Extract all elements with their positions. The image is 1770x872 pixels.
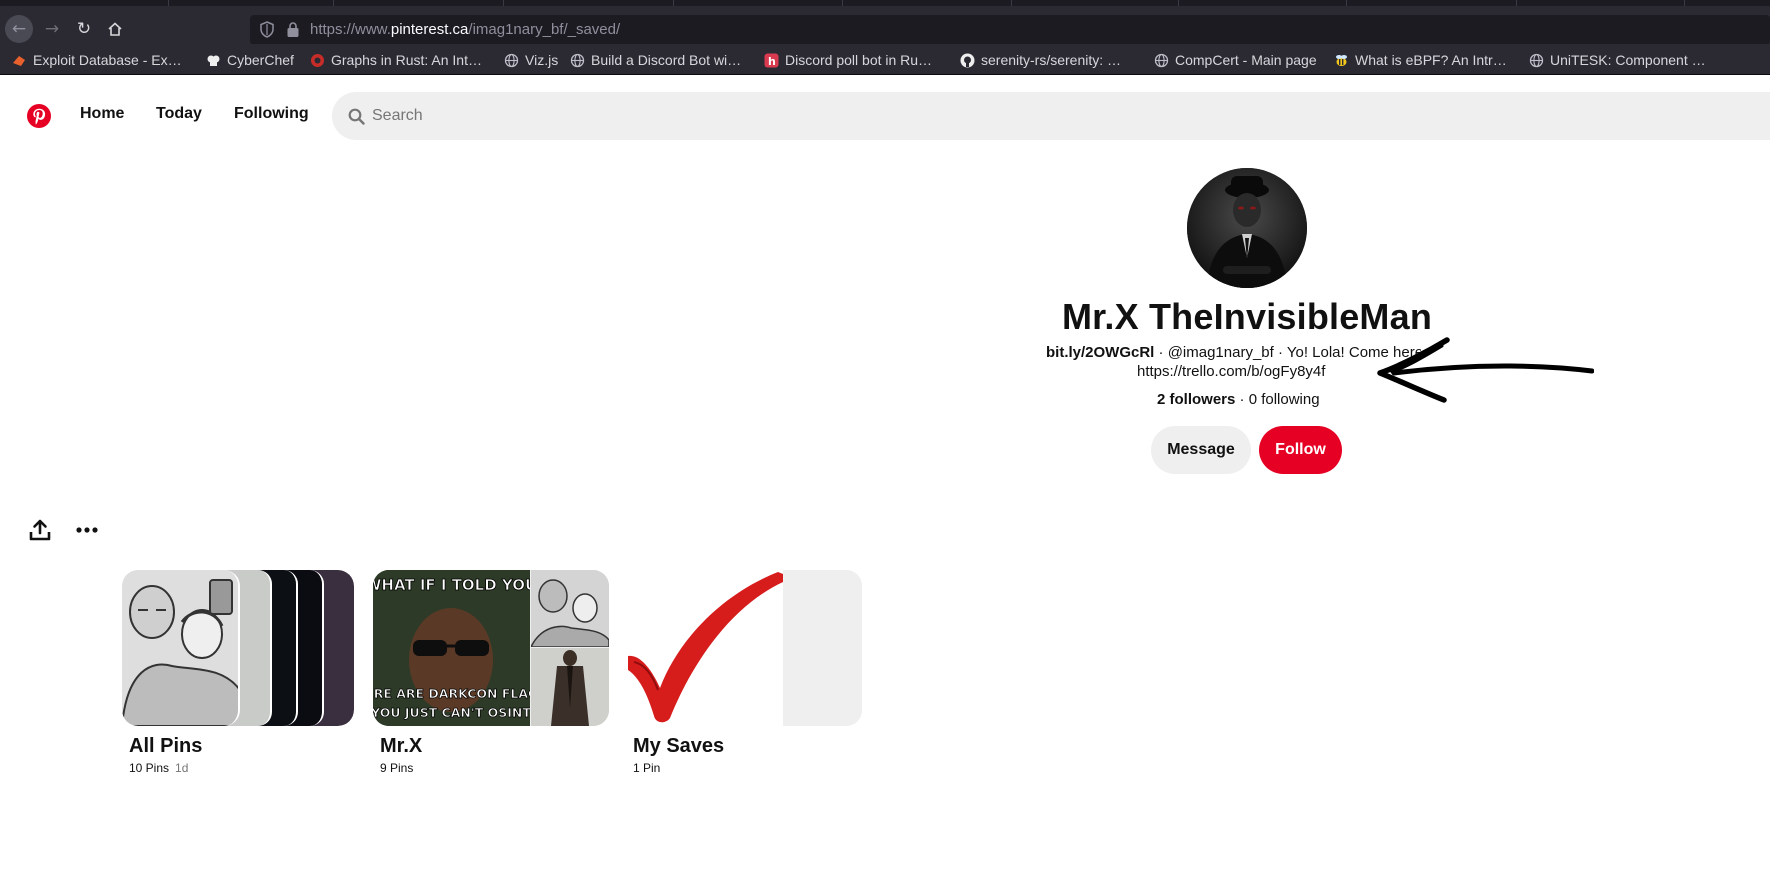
bookmark-label: Build a Discord Bot wi…: [591, 52, 742, 68]
bookmark-label: CyberChef: [227, 52, 294, 68]
bookmark-graphs-rust[interactable]: Graphs in Rust: An Int…: [310, 51, 482, 69]
board-mrx[interactable]: WHAT IF I TOLD YOU HERE ARE DARKCON FLAG…: [373, 570, 609, 775]
red-checkmark-pin: [626, 570, 783, 726]
share-icon[interactable]: [29, 519, 51, 541]
message-button[interactable]: Message: [1151, 426, 1251, 474]
board-meta: 9 Pins: [373, 761, 609, 775]
avatar[interactable]: [1187, 168, 1307, 288]
bookmark-serenity[interactable]: serenity-rs/serenity: …: [960, 51, 1121, 69]
board-title: My Saves: [633, 735, 725, 757]
profile-name: Mr.X TheInvisibleMan: [1061, 296, 1433, 337]
github-icon: [960, 53, 975, 68]
manga-selfie-pin: [122, 570, 240, 726]
h-badge-icon: h: [764, 53, 779, 68]
bookmark-cyberchef[interactable]: CyberChef: [206, 51, 294, 69]
rust-icon: [310, 53, 325, 68]
board-all-pins[interactable]: All Pins 10 Pins 1d: [122, 570, 354, 775]
following-count[interactable]: · 0 following: [1235, 391, 1320, 408]
tracking-shield-icon[interactable]: [260, 21, 274, 38]
profile-bio-line-1: bit.ly/2OWGcRl · @imag1nary_bf · Yo! Lol…: [1046, 344, 1421, 361]
board-pin-count: 1 Pin: [633, 761, 661, 775]
home-icon[interactable]: [101, 15, 129, 43]
board-cover: [626, 570, 862, 726]
bookmark-unitesk[interactable]: UniTESK: Component …: [1529, 51, 1706, 69]
board-meta: 1 Pin: [626, 761, 862, 775]
board-age: 1d: [175, 761, 189, 775]
search-input[interactable]: Search: [332, 92, 1770, 140]
forward-arrow-icon[interactable]: →: [38, 15, 66, 43]
profile-link[interactable]: bit.ly/2OWGcRl: [1046, 344, 1154, 361]
follow-button[interactable]: Follow: [1259, 426, 1342, 474]
globe-icon: [570, 53, 585, 68]
globe-icon: [1529, 53, 1544, 68]
bookmark-label: serenity-rs/serenity: …: [981, 52, 1122, 68]
meme-bottom-text-1: HERE ARE DARKCON FLAGS: [373, 686, 530, 701]
more-options-icon[interactable]: [76, 526, 98, 534]
nav-today[interactable]: Today: [156, 105, 202, 123]
pinterest-logo-icon[interactable]: [27, 104, 51, 128]
browser-toolbar: ← → ↻ https://www.pinterest.ca/imag1nary…: [0, 6, 1770, 45]
manga-thumb-pin: [531, 570, 609, 647]
board-title: All Pins: [129, 735, 203, 757]
meme-top-text: WHAT IF I TOLD YOU: [373, 576, 530, 594]
meme-bottom-text-2: YOU JUST CAN'T OSINT: [373, 705, 530, 720]
board-my-saves[interactable]: My Saves 1 Pin: [626, 570, 862, 775]
bookmark-label: UniTESK: Component …: [1550, 52, 1706, 68]
nav-following[interactable]: Following: [234, 105, 309, 123]
board-meta: 10 Pins 1d: [122, 761, 354, 775]
chef-hat-icon: [206, 53, 221, 68]
bookmark-label: Viz.js: [525, 52, 559, 68]
search-icon: [348, 108, 365, 125]
coat-figure-pin: [531, 648, 609, 726]
globe-icon: [1154, 53, 1169, 68]
address-bar[interactable]: https://www.pinterest.ca/imag1nary_bf/_s…: [250, 15, 1770, 45]
nav-home[interactable]: Home: [80, 105, 124, 123]
empty-slot: [784, 648, 862, 726]
url-text: https://www.pinterest.ca/imag1nary_bf/_s…: [310, 21, 621, 38]
bookmark-label: What is eBPF? An Intr…: [1355, 52, 1507, 68]
reload-icon[interactable]: ↻: [70, 15, 98, 43]
bookmarks-toolbar: Exploit Database - Ex… CyberChef Graphs …: [0, 44, 1770, 75]
bookmark-label: CompCert - Main page: [1175, 52, 1317, 68]
svg-text:h: h: [768, 55, 776, 68]
followers-count[interactable]: 2 followers: [1157, 391, 1235, 408]
hooded-figure-icon: [1187, 168, 1307, 288]
board-cover: WHAT IF I TOLD YOU HERE ARE DARKCON FLAG…: [373, 570, 609, 726]
board-title: Mr.X: [380, 735, 423, 757]
bookmark-label: Graphs in Rust: An Int…: [331, 52, 482, 68]
lock-icon[interactable]: [286, 21, 300, 38]
search-placeholder: Search: [372, 107, 423, 124]
globe-icon: [504, 53, 519, 68]
bookmark-exploit-db[interactable]: Exploit Database - Ex…: [12, 51, 182, 69]
pinterest-header: Home Today Following Search: [0, 75, 1770, 155]
bookmark-vizjs[interactable]: Viz.js: [504, 51, 558, 69]
profile-bio-line-2: https://trello.com/b/ogFy8y4f: [1137, 363, 1326, 380]
bookmark-ebpf[interactable]: What is eBPF? An Intr…: [1334, 51, 1507, 69]
morpheus-meme-pin: WHAT IF I TOLD YOU HERE ARE DARKCON FLAG…: [373, 570, 530, 726]
bookmark-discord-bot[interactable]: Build a Discord Bot wi…: [570, 51, 741, 69]
board-pin-count: 9 Pins: [380, 761, 414, 775]
board-pin-count: 10 Pins: [129, 761, 170, 775]
back-arrow-icon[interactable]: ←: [5, 15, 33, 43]
exploit-db-icon: [12, 53, 27, 68]
bookmark-label: Exploit Database - Ex…: [33, 52, 182, 68]
empty-slot: [784, 570, 862, 647]
hand-drawn-arrow-icon: [1377, 337, 1594, 403]
follow-stats: 2 followers · 0 following: [1157, 391, 1320, 408]
bookmark-label: Discord poll bot in Ru…: [785, 52, 933, 68]
bookmark-compcert[interactable]: CompCert - Main page: [1154, 51, 1317, 69]
board-cover: [122, 570, 354, 726]
bee-icon: [1334, 53, 1349, 68]
bookmark-discord-poll[interactable]: h Discord poll bot in Ru…: [764, 51, 932, 69]
